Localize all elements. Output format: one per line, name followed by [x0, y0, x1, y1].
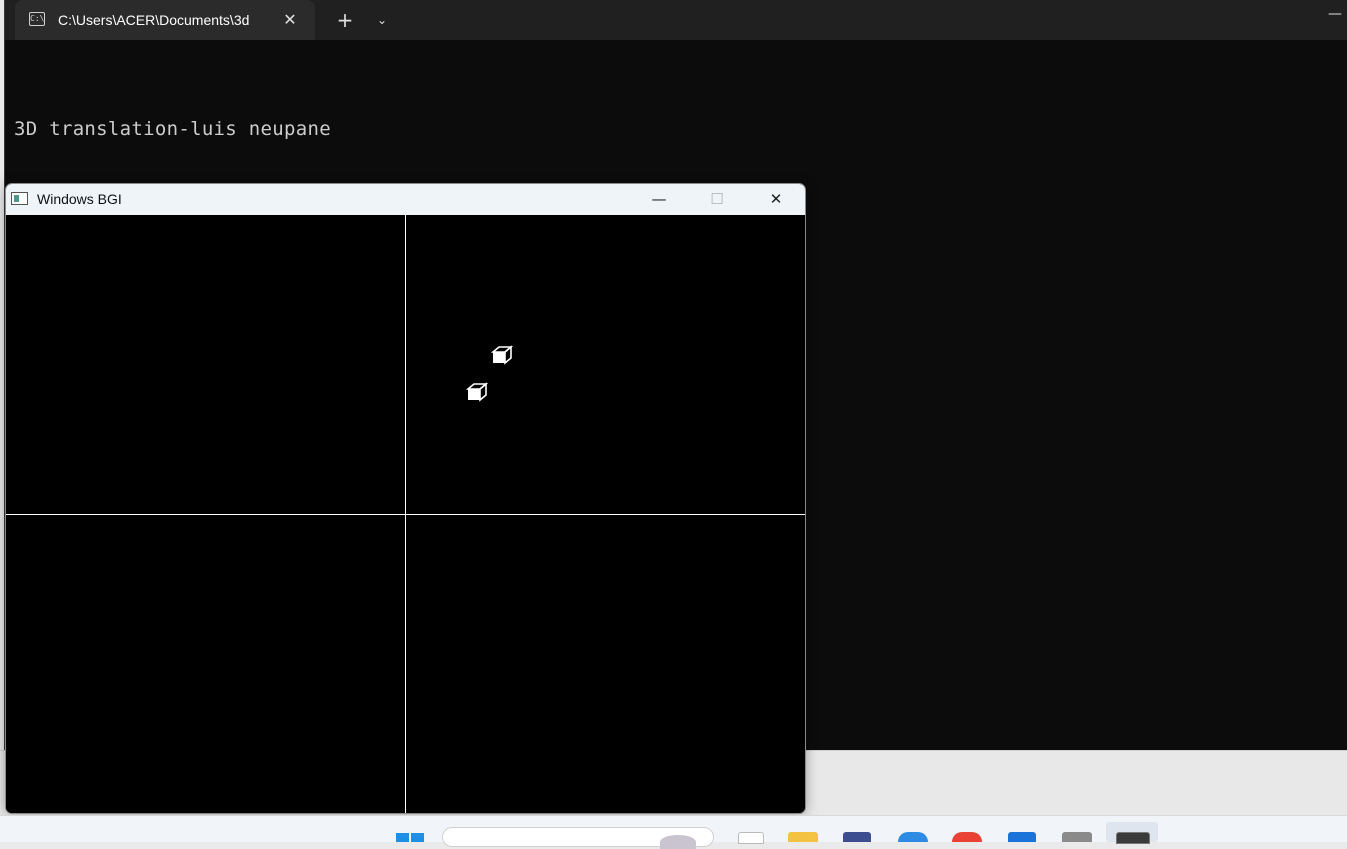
translated-cube — [491, 345, 514, 365]
terminal-line: 3D translation-luis neupane — [14, 118, 331, 140]
maximize-button[interactable]: ☐ — [688, 184, 746, 215]
bgi-window: Windows BGI — ☐ ✕ — [5, 183, 806, 814]
terminal-tab-title: C:\Users\ACER\Documents\3d — [58, 12, 250, 28]
terminal-taskbar-icon[interactable] — [1116, 832, 1150, 844]
terminal-minimize-button[interactable]: — — [1325, 4, 1345, 24]
terminal-tab[interactable]: C:\ C:\Users\ACER\Documents\3d ✕ — [15, 0, 315, 40]
bgi-title-bar[interactable]: Windows BGI — ☐ ✕ — [6, 184, 805, 215]
command-prompt-icon: C:\ — [29, 12, 45, 26]
bgi-window-title: Windows BGI — [37, 191, 122, 207]
tab-close-icon[interactable]: ✕ — [280, 0, 300, 40]
bgi-app-icon — [11, 192, 28, 205]
taskbar — [0, 815, 1347, 849]
search-highlight-icon — [660, 835, 696, 849]
close-button[interactable]: ✕ — [747, 184, 805, 215]
bgi-canvas — [6, 215, 805, 813]
x-axis-line — [6, 514, 805, 515]
notepad-icon[interactable] — [738, 832, 764, 844]
minimize-button[interactable]: — — [630, 184, 688, 215]
new-tab-button[interactable]: + — [330, 0, 360, 40]
terminal-tab-bar: C:\ C:\Users\ACER\Documents\3d ✕ + ⌄ — — [5, 0, 1347, 40]
tab-dropdown-button[interactable]: ⌄ — [370, 0, 394, 40]
original-cube — [466, 382, 489, 402]
